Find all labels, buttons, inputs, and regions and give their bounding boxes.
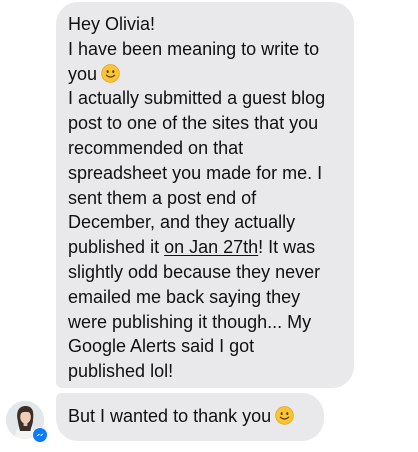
message-line: I have been meaning to write to	[68, 38, 320, 59]
message-line: But I wanted to thank you	[68, 404, 312, 429]
message-line: sent them a post end of	[68, 187, 257, 208]
message-line: I actually submitted a guest blog	[68, 88, 326, 109]
message-bubble[interactable]: But I wanted to thank you	[56, 393, 324, 441]
message-line: slightly odd because they never	[68, 261, 321, 282]
message-line: published lol!	[68, 361, 174, 382]
slightly-smiling-face-icon	[101, 63, 120, 83]
message-line: were publishing it though... My	[68, 311, 312, 332]
message-line: spreadsheet you made for me. I	[68, 162, 323, 183]
message-line: Google Alerts said I got	[68, 336, 255, 357]
message-line: emailed me back saying they	[68, 286, 301, 307]
messenger-badge-icon	[32, 427, 48, 443]
sender-avatar[interactable]	[6, 401, 48, 443]
message-line: you	[68, 62, 342, 87]
message-thread: Hey Olivia! I have been meaning to write…	[0, 0, 418, 452]
message-text: published it	[68, 237, 165, 258]
slightly-smiling-face-icon	[275, 406, 294, 425]
message-line: published it on Jan 27th! It was	[68, 235, 342, 260]
message-line: Hey Olivia!	[68, 14, 156, 34]
message-text: ! It was	[258, 237, 316, 258]
message-line: recommended on that	[68, 137, 244, 158]
date-link[interactable]: on Jan 27th	[164, 237, 258, 257]
message-text: you	[68, 63, 98, 84]
message-line: post to one of the sites that you	[68, 113, 319, 134]
message-line: December, and they actually	[68, 212, 296, 233]
message-text: But I wanted to thank you	[68, 406, 272, 426]
message-bubble[interactable]: Hey Olivia! I have been meaning to write…	[56, 2, 354, 388]
